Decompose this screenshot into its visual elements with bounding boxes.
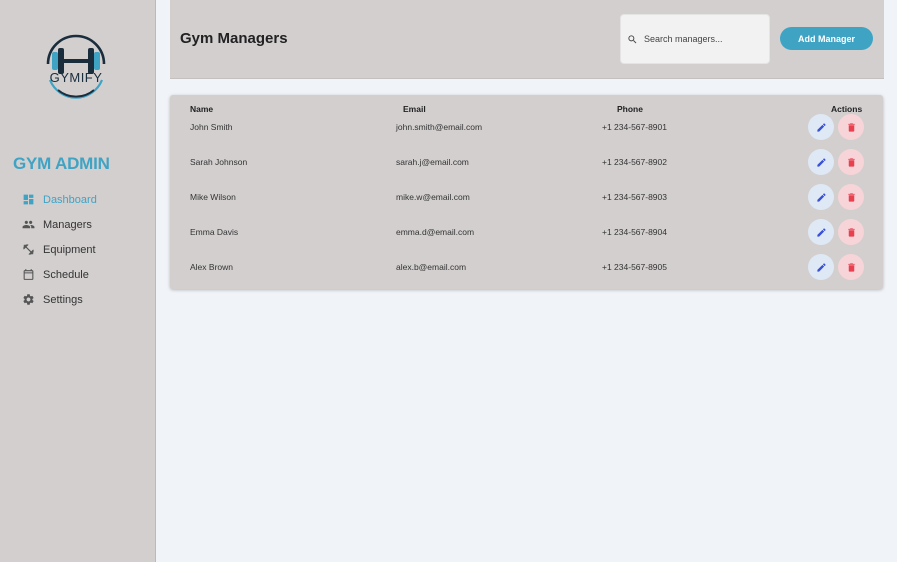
manager-phone: +1 234-567-8905 bbox=[602, 262, 667, 272]
edit-button[interactable] bbox=[808, 219, 834, 245]
manager-email: john.smith@email.com bbox=[396, 122, 483, 132]
trash-icon bbox=[847, 262, 855, 272]
column-header-actions: Actions bbox=[831, 104, 863, 114]
sidebar: GYMIFY GYM ADMIN Dashboard Managers Equi… bbox=[0, 0, 156, 562]
manager-name: John Smith bbox=[190, 122, 233, 132]
manager-name: Alex Brown bbox=[190, 262, 233, 272]
manager-phone: +1 234-567-8901 bbox=[602, 122, 667, 132]
sidebar-item-label: Schedule bbox=[43, 268, 89, 281]
delete-button[interactable] bbox=[838, 219, 864, 245]
manager-phone: +1 234-567-8902 bbox=[602, 157, 667, 167]
page-title: Gym Managers bbox=[180, 30, 288, 47]
pencil-icon bbox=[816, 192, 826, 202]
search-icon bbox=[627, 34, 638, 45]
manager-name: Sarah Johnson bbox=[190, 157, 248, 167]
people-icon bbox=[22, 218, 35, 231]
dashboard-icon bbox=[22, 193, 35, 206]
table-row: Emma Davis emma.d@email.com +1 234-567-8… bbox=[170, 219, 883, 260]
dumbbell-icon bbox=[22, 243, 35, 256]
sidebar-item-label: Equipment bbox=[43, 243, 96, 256]
sidebar-item-settings[interactable]: Settings bbox=[0, 287, 156, 312]
add-manager-button[interactable]: Add Manager bbox=[780, 27, 873, 50]
sidebar-item-dashboard[interactable]: Dashboard bbox=[0, 187, 156, 212]
manager-phone: +1 234-567-8904 bbox=[602, 227, 667, 237]
pencil-icon bbox=[816, 262, 826, 272]
calendar-icon bbox=[22, 268, 35, 281]
edit-button[interactable] bbox=[808, 254, 834, 280]
pencil-icon bbox=[816, 227, 826, 237]
trash-icon bbox=[847, 122, 855, 132]
edit-button[interactable] bbox=[808, 184, 834, 210]
sidebar-item-label: Managers bbox=[43, 218, 92, 231]
column-header-name[interactable]: Name bbox=[190, 104, 213, 114]
logo-text: GYMIFY bbox=[49, 70, 103, 85]
delete-button[interactable] bbox=[838, 254, 864, 280]
dumbbell-logo-icon bbox=[46, 34, 106, 99]
gymify-logo[interactable]: GYMIFY bbox=[38, 30, 114, 106]
manager-name: Emma Davis bbox=[190, 227, 239, 237]
table-row: Sarah Johnson sarah.j@email.com +1 234-5… bbox=[170, 149, 883, 190]
sidebar-item-equipment[interactable]: Equipment bbox=[0, 237, 156, 262]
sidebar-nav: Dashboard Managers Equipment Schedule Se… bbox=[0, 187, 156, 312]
sidebar-item-managers[interactable]: Managers bbox=[0, 212, 156, 237]
trash-icon bbox=[847, 192, 855, 202]
page-header: Gym Managers Add Manager bbox=[170, 0, 884, 79]
sidebar-item-label: Dashboard bbox=[43, 193, 97, 206]
column-header-email[interactable]: Email bbox=[403, 104, 426, 114]
manager-phone: +1 234-567-8903 bbox=[602, 192, 667, 202]
edit-button[interactable] bbox=[808, 149, 834, 175]
delete-button[interactable] bbox=[838, 149, 864, 175]
manager-email: mike.w@email.com bbox=[396, 192, 470, 202]
table-row: Mike Wilson mike.w@email.com +1 234-567-… bbox=[170, 184, 883, 225]
column-header-phone[interactable]: Phone bbox=[617, 104, 643, 114]
delete-button[interactable] bbox=[838, 114, 864, 140]
search-input[interactable] bbox=[644, 34, 764, 44]
trash-icon bbox=[847, 227, 855, 237]
table-row: John Smith john.smith@email.com +1 234-5… bbox=[170, 114, 883, 155]
sidebar-item-label: Settings bbox=[43, 293, 83, 306]
manager-email: sarah.j@email.com bbox=[396, 157, 469, 167]
search-box[interactable] bbox=[620, 14, 770, 64]
gear-icon bbox=[22, 293, 35, 306]
sidebar-item-schedule[interactable]: Schedule bbox=[0, 262, 156, 287]
manager-email: alex.b@email.com bbox=[396, 262, 467, 272]
manager-email: emma.d@email.com bbox=[396, 227, 475, 237]
manager-name: Mike Wilson bbox=[190, 192, 236, 202]
admin-title: GYM ADMIN bbox=[13, 154, 110, 173]
delete-button[interactable] bbox=[838, 184, 864, 210]
table-row: Alex Brown alex.b@email.com +1 234-567-8… bbox=[170, 254, 883, 295]
pencil-icon bbox=[816, 122, 826, 132]
pencil-icon bbox=[816, 157, 826, 167]
trash-icon bbox=[847, 157, 855, 167]
managers-table: Name Email Phone Actions John Smith john… bbox=[170, 95, 883, 289]
edit-button[interactable] bbox=[808, 114, 834, 140]
